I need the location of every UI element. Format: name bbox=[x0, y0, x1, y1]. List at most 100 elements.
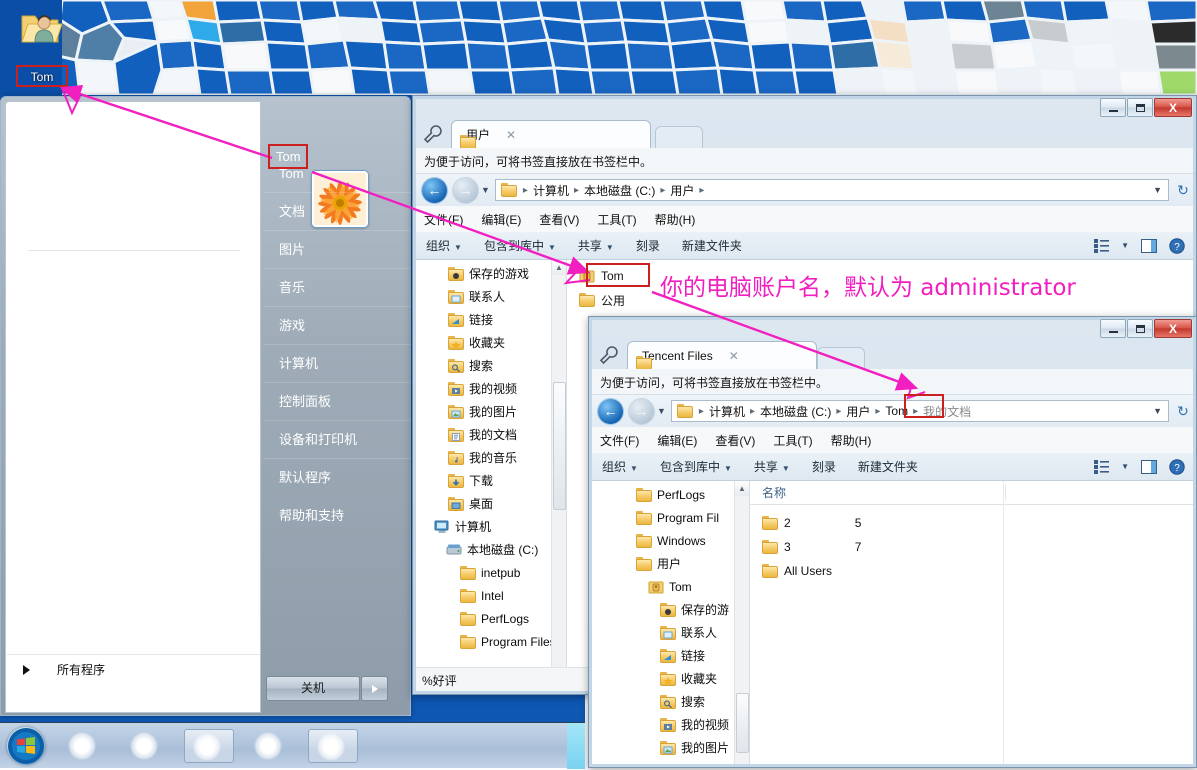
toolbar-include-in-library[interactable]: 包含到库中 ▼ bbox=[660, 458, 732, 475]
preview-pane-icon[interactable] bbox=[1141, 238, 1157, 253]
nav-item-my-pictures[interactable]: 我的图片 bbox=[416, 400, 566, 423]
window2-file-list[interactable]: 名称 2 5 3 7 All Users bbox=[750, 481, 1193, 764]
shutdown-options-button[interactable] bbox=[361, 676, 388, 701]
file-row-all-users[interactable]: All Users bbox=[750, 559, 1193, 583]
menu-tools[interactable]: 工具(T) bbox=[773, 432, 812, 449]
scroll-thumb[interactable] bbox=[553, 382, 566, 510]
breadcrumb-computer[interactable]: 计算机 bbox=[530, 182, 572, 199]
nav-item-intel[interactable]: Intel bbox=[416, 584, 566, 607]
nav-item-my-documents[interactable]: 我的文档 bbox=[416, 423, 566, 446]
nav-item-perflogs[interactable]: PerfLogs bbox=[592, 483, 749, 506]
menu-view[interactable]: 查看(V) bbox=[715, 432, 755, 449]
nav-item-program-files[interactable]: Program Files bbox=[416, 630, 566, 653]
toolbar-burn[interactable]: 刻录 bbox=[636, 237, 660, 254]
preview-pane-icon[interactable] bbox=[1141, 459, 1157, 474]
forward-button[interactable]: → bbox=[453, 177, 478, 203]
chevron-down-icon[interactable]: ▼ bbox=[1121, 462, 1129, 471]
menu-help[interactable]: 帮助(H) bbox=[831, 432, 872, 449]
breadcrumb-users[interactable]: 用户 bbox=[843, 403, 873, 420]
menu-help[interactable]: 帮助(H) bbox=[655, 211, 696, 228]
wrench-icon[interactable] bbox=[423, 124, 443, 144]
explorer-window-tencent-files[interactable]: X Tencent Files ✕ 为便于访问，可将书签直接放在书签栏中。 ← … bbox=[588, 316, 1197, 768]
nav-item-links[interactable]: 链接 bbox=[592, 644, 749, 667]
maximize-button[interactable] bbox=[1127, 319, 1153, 338]
nav-item-favorites[interactable]: 收藏夹 bbox=[592, 667, 749, 690]
all-programs-button[interactable]: 所有程序 bbox=[7, 654, 260, 684]
nav-item-perflogs[interactable]: PerfLogs bbox=[416, 607, 566, 630]
breadcrumb-users[interactable]: 用户 bbox=[667, 182, 697, 199]
nav-item-favorites[interactable]: 收藏夹 bbox=[416, 331, 566, 354]
toolbar-share[interactable]: 共享 ▼ bbox=[754, 458, 790, 475]
desktop-icon-tom[interactable]: Tom bbox=[8, 4, 70, 87]
window2-column-header[interactable]: 名称 bbox=[750, 481, 1193, 505]
nav-item-my-videos[interactable]: 我的视频 bbox=[592, 713, 749, 736]
back-button[interactable]: ← bbox=[598, 398, 623, 424]
window2-detail-splitter[interactable] bbox=[1003, 481, 1004, 764]
window2-nav-vertical-scrollbar[interactable]: ▲ bbox=[734, 481, 749, 764]
start-menu-item-computer[interactable]: 计算机 bbox=[263, 345, 411, 383]
toolbar-new-folder[interactable]: 新建文件夹 bbox=[858, 458, 918, 475]
window2-tab-tencent-files[interactable]: Tencent Files ✕ bbox=[627, 341, 817, 370]
column-header-name[interactable]: 名称 bbox=[762, 484, 786, 501]
toolbar-share[interactable]: 共享 ▼ bbox=[578, 237, 614, 254]
toolbar-include-in-library[interactable]: 包含到库中 ▼ bbox=[484, 237, 556, 254]
nav-item-contacts[interactable]: 联系人 bbox=[416, 285, 566, 308]
help-icon[interactable]: ? bbox=[1169, 237, 1185, 254]
start-menu-item-help-support[interactable]: 帮助和支持 bbox=[263, 497, 411, 535]
nav-item-inetpub[interactable]: inetpub bbox=[416, 561, 566, 584]
start-menu-item-games[interactable]: 游戏 bbox=[263, 307, 411, 345]
nav-item-users[interactable]: 用户 bbox=[592, 552, 749, 575]
view-list-icon[interactable] bbox=[1094, 238, 1110, 253]
menu-file[interactable]: 文件(F) bbox=[424, 211, 463, 228]
nav-item-program-files[interactable]: Program Fil bbox=[592, 506, 749, 529]
forward-button[interactable]: → bbox=[629, 398, 654, 424]
menu-edit[interactable]: 编辑(E) bbox=[657, 432, 697, 449]
nav-item-searches[interactable]: 搜索 bbox=[416, 354, 566, 377]
window1-tab-close-icon[interactable]: ✕ bbox=[506, 128, 516, 142]
taskbar-item-4[interactable] bbox=[246, 729, 296, 763]
start-menu-item-default-programs[interactable]: 默认程序 bbox=[263, 459, 411, 497]
window2-navigation-pane[interactable]: PerfLogs Program Fil Windows 用户 Tom 保存的游… bbox=[592, 481, 749, 764]
start-menu-item-devices-printers[interactable]: 设备和打印机 bbox=[263, 421, 411, 459]
history-dropdown-icon[interactable]: ▼ bbox=[481, 185, 490, 195]
window2-new-tab-area[interactable] bbox=[817, 347, 865, 369]
taskbar-item-2[interactable] bbox=[122, 729, 172, 763]
history-dropdown-icon[interactable]: ▼ bbox=[657, 406, 666, 416]
breadcrumb-dropdown-icon[interactable]: ▼ bbox=[1153, 185, 1162, 195]
start-menu-item-pictures[interactable]: 图片 bbox=[263, 231, 411, 269]
minimize-button[interactable] bbox=[1100, 319, 1126, 338]
help-icon[interactable]: ? bbox=[1169, 458, 1185, 475]
breadcrumb-dropdown-icon[interactable]: ▼ bbox=[1153, 406, 1162, 416]
wrench-icon[interactable] bbox=[599, 345, 619, 365]
refresh-button[interactable]: ↻ bbox=[1173, 182, 1193, 199]
start-orb-button[interactable] bbox=[7, 727, 45, 765]
chevron-down-icon[interactable]: ▼ bbox=[1121, 241, 1129, 250]
start-menu-item-music[interactable]: 音乐 bbox=[263, 269, 411, 307]
nav-item-searches[interactable]: 搜索 bbox=[592, 690, 749, 713]
breadcrumb-local-disk[interactable]: 本地磁盘 (C:) bbox=[757, 403, 834, 420]
start-menu-item-documents[interactable]: 文档 bbox=[263, 193, 411, 231]
file-row-2[interactable]: 2 5 bbox=[750, 511, 1193, 535]
nav-item-saved-games[interactable]: 保存的游 bbox=[592, 598, 749, 621]
taskbar-item-1[interactable] bbox=[60, 729, 110, 763]
toolbar-new-folder[interactable]: 新建文件夹 bbox=[682, 237, 742, 254]
minimize-button[interactable] bbox=[1100, 98, 1126, 117]
toolbar-organize[interactable]: 组织 ▼ bbox=[602, 458, 638, 475]
toolbar-organize[interactable]: 组织 ▼ bbox=[426, 237, 462, 254]
toolbar-burn[interactable]: 刻录 bbox=[812, 458, 836, 475]
nav-item-my-music[interactable]: 我的音乐 bbox=[416, 446, 566, 469]
scroll-up-button[interactable]: ▲ bbox=[552, 260, 566, 275]
nav-item-my-pictures[interactable]: 我的图片 bbox=[592, 736, 749, 759]
maximize-button[interactable] bbox=[1127, 98, 1153, 117]
scroll-thumb[interactable] bbox=[736, 693, 749, 753]
breadcrumb-computer[interactable]: 计算机 bbox=[706, 403, 748, 420]
column-divider[interactable] bbox=[1005, 484, 1006, 501]
back-button[interactable]: ← bbox=[422, 177, 447, 203]
close-button[interactable]: X bbox=[1154, 319, 1192, 338]
nav-item-my-videos[interactable]: 我的视频 bbox=[416, 377, 566, 400]
window1-navigation-pane[interactable]: 保存的游戏 联系人 链接 收藏夹 搜索 我的视频 我的图片 我的文档 我的音乐 … bbox=[416, 260, 566, 691]
nav-item-downloads[interactable]: 下载 bbox=[416, 469, 566, 492]
refresh-button[interactable]: ↻ bbox=[1173, 403, 1193, 420]
window1-tab-users[interactable]: 用户 ✕ bbox=[451, 120, 651, 149]
window1-nav-vertical-scrollbar[interactable]: ▲ bbox=[551, 260, 566, 691]
